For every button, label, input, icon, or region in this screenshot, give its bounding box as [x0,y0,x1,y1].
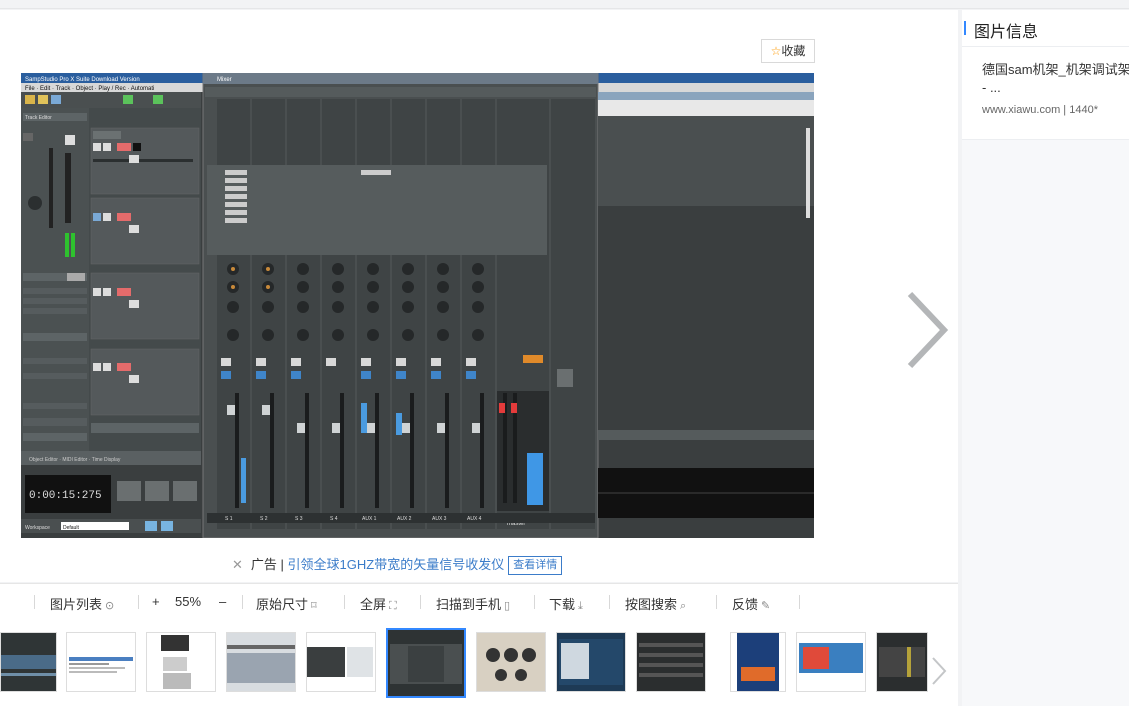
top-bar [0,0,1129,9]
ad-details-button[interactable]: 查看详情 [508,556,563,576]
thumbnail[interactable] [636,632,706,692]
thumbnail[interactable] [796,632,866,692]
channel-name: AUX 2 [397,516,412,522]
zoom-in-button[interactable]: + [152,594,160,609]
next-image-arrow-icon[interactable] [902,290,952,370]
toolbar-divider [420,595,421,609]
image-description[interactable]: 德国sam机架_机架调试架 - ... [982,61,1129,97]
ad-banner[interactable]: ✕ 广告 | 引领全球1GHZ带宽的矢量信号收发仪 查看详情 [232,554,563,576]
thumbnail[interactable] [876,632,928,692]
star-icon: ☆ [770,44,782,58]
close-icon[interactable]: ✕ [232,557,243,572]
image-search-icon: ⌕ [680,600,687,612]
zoom-out-button[interactable]: – [219,594,226,609]
workspace-value: Default [63,525,79,531]
daw-title: SampStudio Pro X Suite Download Version [25,77,140,83]
channel-name: S 3 [295,516,303,522]
thumbnail[interactable] [476,632,546,692]
viewer-toolbar: 图片列表 ⊙ + 55% – 原始尺寸 ⌑ 全屏 ⛶ 扫描到手机 ▯ 下载 ⤓ 按图搜索 ⌕… [0,583,958,621]
thumbnail[interactable] [146,632,216,692]
title-accent-bar [964,21,966,35]
image-list-button[interactable]: 图片列表 ⊙ [50,594,114,613]
toolbar-divider [799,595,800,609]
image-size: 1440* [1069,104,1098,116]
toolbar-divider [609,595,610,609]
svg-text:File · Edit · Track · Object ·: File · Edit · Track · Object · Play / Re… [25,86,154,92]
favorite-label: 收藏 [781,44,806,58]
toolbar-divider [242,595,243,609]
image-viewer: ☆收藏 SampStudio Pro X Suite Download Vers… [0,10,958,582]
toolbar-divider [344,595,345,609]
original-size-button[interactable]: 原始尺寸 ⌑ [256,594,317,613]
fullscreen-button[interactable]: 全屏 ⛶ [360,594,397,613]
svg-text:Object Editor · MIDI Editor ·: Object Editor · MIDI Editor · Time Displ… [29,457,121,463]
download-icon: ⤓ [578,600,583,612]
thumbnail[interactable] [306,632,376,692]
thumbnail[interactable] [66,632,136,692]
image-info-card[interactable]: 德国sam机架_机架调试架 - ... www.xiawu.com | 1440… [962,47,1129,140]
svg-text:Track Editor: Track Editor [25,115,52,121]
thumbnail-active[interactable] [386,628,466,698]
favorite-button[interactable]: ☆收藏 [761,39,815,63]
main-image[interactable]: SampStudio Pro X Suite Download Version … [21,73,814,538]
fullscreen-icon: ⛶ [389,600,397,612]
search-by-image-button[interactable]: 按图搜索 ⌕ [625,594,686,613]
daw-screenshot: SampStudio Pro X Suite Download Version … [21,73,814,538]
toolbar-divider [34,595,35,609]
ad-link[interactable]: 引领全球1GHZ带宽的矢量信号收发仪 [288,557,505,572]
channel-name: AUX 1 [362,516,377,522]
source-domain[interactable]: www.xiawu.com [982,104,1060,116]
original-size-icon: ⌑ [311,600,317,612]
scan-to-phone-button[interactable]: 扫描到手机 ▯ [436,594,510,613]
thumbnail[interactable] [0,632,57,692]
channel-name: AUX 3 [432,516,447,522]
toolbar-divider [716,595,717,609]
ad-prefix: 广告 [250,557,277,572]
chevron-right-icon[interactable] [930,656,948,686]
phone-icon: ▯ [504,600,511,612]
feedback-button[interactable]: 反馈 ✎ [732,594,770,613]
thumbnail[interactable] [730,632,786,692]
thumbnail[interactable] [226,632,296,692]
thumbnail[interactable] [556,632,626,692]
channel-name: S 2 [260,516,268,522]
zoom-level: 55% [175,594,202,609]
time-readout: 0:00:15:275 [29,490,102,502]
toolbar-divider [534,595,535,609]
toolbar-divider [138,595,139,609]
workspace-label: Workspace [25,525,50,531]
channel-name: S 4 [330,516,338,522]
download-button[interactable]: 下载 ⤓ [549,594,583,613]
feedback-icon: ✎ [761,600,771,612]
chevron-down-icon: ⊙ [105,600,115,612]
channel-name: S 1 [225,516,233,522]
mixer-title: Mixer [217,77,232,83]
thumbnail-strip [0,620,958,706]
channel-name: AUX 4 [467,516,482,522]
sidebar-title: 图片信息 [974,24,1039,41]
sidebar-header: 图片信息 [962,10,1129,47]
image-info-sidebar: 图片信息 德国sam机架_机架调试架 - ... www.xiawu.com |… [962,10,1129,706]
image-source: www.xiawu.com | 1440* [982,104,1098,116]
